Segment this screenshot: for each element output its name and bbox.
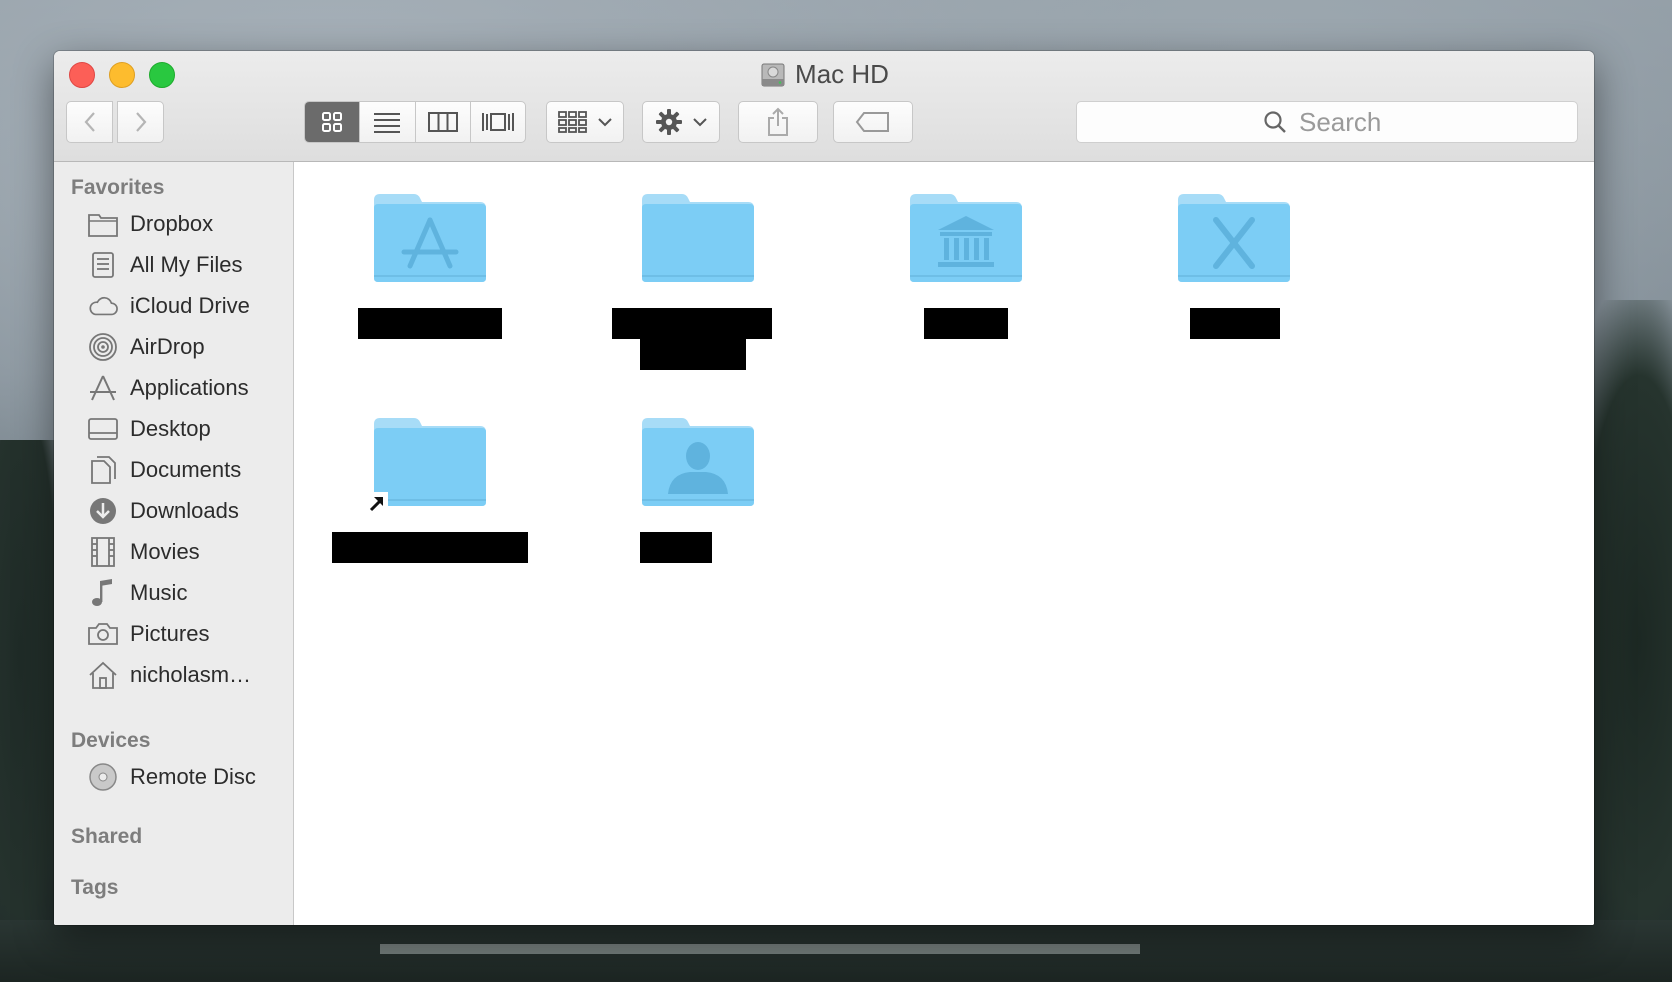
folder-icon — [88, 209, 118, 239]
disc-icon — [88, 762, 118, 792]
sidebar-item-label: Dropbox — [130, 211, 214, 236]
file-label-redacted — [640, 339, 746, 370]
gear-icon — [656, 109, 682, 135]
titlebar: Mac HD — [54, 51, 1594, 162]
sidebar-item-label: Music — [130, 580, 188, 605]
forward-button[interactable] — [117, 101, 164, 143]
file-label-redacted — [1190, 308, 1280, 339]
share-icon — [768, 107, 788, 136]
documents-icon — [88, 455, 118, 485]
folder-item-users[interactable] — [576, 386, 816, 586]
sidebar-item-movies[interactable]: Movies — [88, 533, 288, 571]
arrange-grid-icon — [558, 111, 587, 133]
chevron-right-icon — [135, 112, 146, 132]
column-view-icon — [427, 112, 458, 132]
arrange-button[interactable] — [546, 101, 624, 143]
film-icon — [88, 537, 118, 567]
cover-flow-view-button[interactable] — [471, 102, 525, 142]
cloud-icon — [88, 291, 118, 321]
file-label-redacted — [924, 308, 1008, 339]
sidebar-item-label: Documents — [130, 457, 242, 482]
music-note-icon — [88, 578, 118, 608]
airdrop-icon — [88, 332, 118, 362]
camera-icon — [88, 619, 118, 649]
sidebar-item-label: AirDrop — [130, 334, 205, 359]
sidebar-item-documents[interactable]: Documents — [88, 451, 288, 489]
tag-button[interactable] — [833, 101, 913, 143]
icon-view-button[interactable] — [305, 102, 361, 142]
search-input[interactable] — [1297, 105, 1391, 139]
library-folder-icon — [910, 194, 1022, 282]
sidebar-item-desktop[interactable]: Desktop — [88, 410, 288, 448]
sidebar-item-icloud-drive[interactable]: iCloud Drive — [88, 287, 288, 325]
sidebar-item-remote-disc[interactable]: Remote Disc — [88, 758, 288, 796]
sidebar-item-all-my-files[interactable]: All My Files — [88, 246, 288, 284]
sidebar-item-music[interactable]: Music — [88, 574, 288, 612]
file-browser-content — [294, 162, 1594, 925]
file-label-redacted — [640, 532, 712, 563]
desktop-guardrail — [380, 944, 1140, 954]
sidebar-heading-tags: Tags — [71, 876, 119, 899]
share-button[interactable] — [738, 101, 818, 143]
sidebar-item-airdrop[interactable]: AirDrop — [88, 328, 288, 366]
folder-item-library[interactable] — [844, 162, 1084, 362]
window-title: Mac HD — [54, 59, 1594, 90]
all-files-icon — [88, 250, 118, 280]
system-folder-icon — [1178, 194, 1290, 282]
view-switcher — [304, 101, 526, 143]
folder-item-system[interactable] — [1112, 162, 1352, 362]
desktop-icon — [88, 414, 118, 444]
file-label-redacted — [358, 308, 502, 339]
window-title-text: Mac HD — [795, 59, 889, 89]
sidebar-item-label: Pictures — [130, 621, 210, 646]
sidebar-heading-shared: Shared — [71, 825, 143, 848]
sidebar-item-label: Remote Disc — [130, 764, 256, 789]
back-button[interactable] — [66, 101, 113, 143]
sidebar: Favorites Dropbox All My Files iCloud Dr… — [54, 162, 294, 925]
sidebar-item-label: Applications — [130, 375, 249, 400]
column-view-button[interactable] — [416, 102, 471, 142]
hard-drive-icon — [759, 61, 787, 89]
download-icon — [88, 496, 118, 526]
list-view-button[interactable] — [360, 102, 416, 142]
sidebar-item-label: Desktop — [130, 416, 211, 441]
applications-folder-icon — [374, 194, 486, 282]
sidebar-item-home[interactable]: nicholasm… — [88, 656, 288, 694]
folder-alias-icon — [374, 418, 486, 506]
action-button[interactable] — [642, 101, 720, 143]
sidebar-item-label: Movies — [130, 539, 200, 564]
sidebar-item-dropbox[interactable]: Dropbox — [88, 205, 288, 243]
sidebar-item-label: nicholasm… — [130, 662, 252, 687]
sidebar-item-label: All My Files — [130, 252, 243, 277]
sidebar-item-applications[interactable]: Applications — [88, 369, 288, 407]
sidebar-heading-favorites: Favorites — [71, 176, 165, 199]
sidebar-item-downloads[interactable]: Downloads — [88, 492, 288, 530]
alias-arrow-icon — [366, 492, 388, 514]
icon-view-icon — [322, 112, 343, 132]
sidebar-item-label: Downloads — [130, 498, 239, 523]
chevron-down-icon — [693, 118, 707, 127]
sidebar-item-pictures[interactable]: Pictures — [88, 615, 288, 653]
file-label-redacted — [332, 532, 528, 563]
chevron-left-icon — [84, 112, 95, 132]
file-label-redacted — [612, 308, 772, 339]
search-icon — [1264, 111, 1286, 133]
finder-window: Mac HD Search Favorites Dropbox All My F… — [54, 51, 1594, 925]
sidebar-heading-devices: Devices — [71, 729, 151, 752]
folder-icon — [642, 194, 754, 282]
folder-item-applications[interactable] — [308, 162, 548, 362]
chevron-down-icon — [598, 118, 612, 127]
applications-icon — [88, 373, 118, 403]
folder-item-alias[interactable] — [308, 386, 548, 586]
search-field[interactable] — [1076, 101, 1578, 143]
folder-item-plain[interactable] — [576, 162, 816, 370]
home-icon — [88, 660, 118, 690]
list-view-icon — [374, 113, 401, 133]
users-folder-icon — [642, 418, 754, 506]
cover-flow-icon — [481, 113, 514, 131]
sidebar-item-label: iCloud Drive — [130, 293, 250, 318]
tag-icon — [855, 112, 889, 132]
